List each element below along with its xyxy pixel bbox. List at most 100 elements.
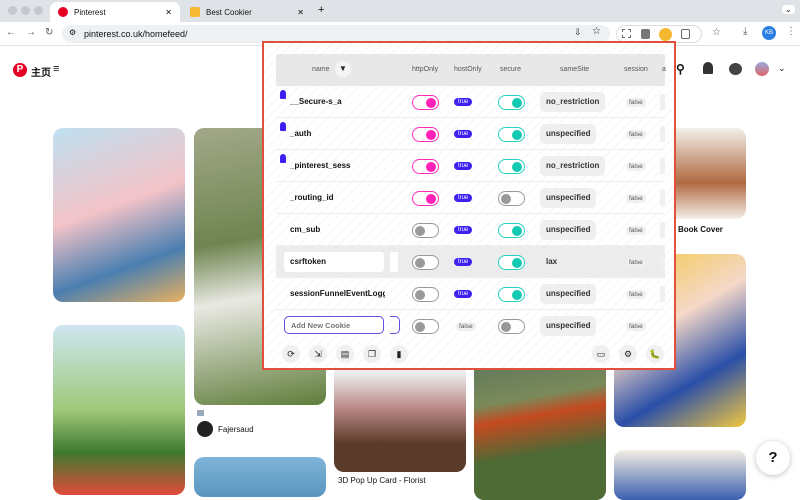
close-tab-icon[interactable]: ✕ bbox=[165, 8, 172, 17]
reader-extension-icon[interactable] bbox=[641, 29, 650, 39]
table-header: name ▼ httpOnly hostOnly secure sameSite… bbox=[276, 54, 666, 86]
notifications-bell-icon[interactable] bbox=[703, 62, 713, 74]
cookie-row[interactable]: _routing_id true unspecified false bbox=[276, 182, 665, 214]
pin-title[interactable]: Book Cover bbox=[678, 225, 723, 234]
tab-best-cookier[interactable]: Best Cookier ✕ bbox=[182, 2, 312, 22]
browser-menu-icon[interactable]: ⋮ bbox=[786, 26, 796, 37]
pin-image[interactable] bbox=[53, 325, 185, 495]
new-tab-button[interactable]: + bbox=[318, 4, 324, 16]
truncated-cell bbox=[660, 190, 665, 206]
cookie-name[interactable]: csrftoken bbox=[290, 257, 385, 266]
copy-icon[interactable]: ❐ bbox=[363, 345, 381, 363]
samesite-select[interactable]: unspecified bbox=[540, 316, 597, 336]
qr-extension-icon[interactable] bbox=[622, 29, 631, 38]
menu-icon[interactable]: ≡ bbox=[53, 63, 59, 75]
settings-gear-icon[interactable]: ⚙ bbox=[619, 345, 637, 363]
cookie-name[interactable]: _routing_id bbox=[290, 193, 385, 202]
search-icon[interactable]: ⚲ bbox=[676, 62, 685, 76]
bug-logo-icon[interactable]: 🐛 bbox=[646, 345, 664, 363]
hostonly-badge: true bbox=[454, 162, 473, 170]
import-icon[interactable]: ⇲ bbox=[309, 345, 327, 363]
site-settings-icon[interactable]: ⚙ bbox=[69, 28, 76, 37]
cookie-name[interactable]: _auth bbox=[290, 129, 385, 138]
pin-image[interactable] bbox=[194, 457, 326, 497]
bookmark-star-icon[interactable]: ☆ bbox=[592, 26, 601, 37]
new-cookie-value-input[interactable] bbox=[390, 316, 400, 334]
pinned-ribbon-icon bbox=[280, 90, 286, 99]
secure-toggle[interactable] bbox=[498, 127, 525, 142]
pin-title[interactable]: 3D Pop Up Card - Florist bbox=[338, 476, 426, 485]
reading-list-icon[interactable]: ☆ bbox=[712, 27, 721, 38]
creator-name[interactable]: Fajersaud bbox=[218, 425, 254, 434]
cookie-row[interactable]: csrftoken true lax false bbox=[276, 246, 665, 278]
forward-icon[interactable]: → bbox=[26, 27, 36, 38]
httponly-toggle[interactable] bbox=[412, 223, 439, 238]
tab-pinterest[interactable]: Pinterest ✕ bbox=[50, 2, 180, 22]
value-edit-field[interactable] bbox=[390, 252, 398, 272]
filter-icon[interactable]: ▼ bbox=[335, 61, 351, 77]
cookie-name[interactable]: sessionFunnelEventLogged bbox=[290, 289, 385, 298]
secure-toggle[interactable] bbox=[498, 255, 525, 270]
pin-image[interactable] bbox=[53, 128, 185, 302]
samesite-select[interactable]: unspecified bbox=[540, 188, 597, 208]
pin-image[interactable] bbox=[614, 450, 746, 500]
secure-toggle[interactable] bbox=[498, 95, 525, 110]
cookie-row[interactable]: _pinterest_sess true no_restriction false bbox=[276, 150, 665, 182]
samesite-select[interactable]: no_restriction bbox=[540, 156, 606, 176]
column-name: name bbox=[312, 66, 330, 73]
help-button[interactable]: ? bbox=[756, 441, 790, 475]
httponly-toggle[interactable] bbox=[412, 127, 439, 142]
minimize-window-button[interactable] bbox=[21, 6, 30, 15]
close-tab-icon[interactable]: ✕ bbox=[297, 8, 304, 17]
account-chevron-down-icon[interactable]: ⌄ bbox=[778, 63, 786, 74]
samesite-select[interactable]: unspecified bbox=[540, 284, 597, 304]
secure-toggle[interactable] bbox=[498, 223, 525, 238]
truncated-cell bbox=[660, 126, 665, 142]
tab-search-chevron-icon[interactable]: ⌄ bbox=[782, 5, 795, 14]
creator-avatar[interactable] bbox=[197, 421, 213, 437]
httponly-toggle[interactable] bbox=[412, 159, 439, 174]
refresh-icon[interactable]: ⟳ bbox=[282, 345, 300, 363]
cookie-row[interactable]: sessionFunnelEventLogged true unspecified f… bbox=[276, 278, 665, 310]
reload-icon[interactable]: ↻ bbox=[45, 27, 53, 38]
cookie-name[interactable]: __Secure-s_a bbox=[290, 97, 385, 106]
cookie-row[interactable]: __Secure-s_a true no_restriction false bbox=[276, 86, 665, 118]
downloads-icon[interactable]: ⤓ bbox=[743, 26, 747, 37]
samesite-select[interactable]: no_restriction bbox=[540, 92, 606, 112]
hostonly-badge: true bbox=[454, 226, 473, 234]
secure-toggle[interactable] bbox=[498, 287, 525, 302]
httponly-toggle[interactable] bbox=[412, 191, 439, 206]
cookie-editor-extension-icon[interactable] bbox=[659, 28, 672, 41]
httponly-toggle[interactable] bbox=[412, 287, 439, 302]
httponly-toggle[interactable] bbox=[412, 319, 439, 334]
install-app-icon[interactable]: ⇩ bbox=[574, 27, 582, 38]
session-value: false bbox=[626, 98, 646, 107]
secure-toggle[interactable] bbox=[498, 319, 525, 334]
new-cookie-name-input[interactable] bbox=[284, 316, 384, 334]
cookie-name[interactable]: cm_sub bbox=[290, 225, 385, 234]
messages-icon[interactable] bbox=[729, 63, 742, 75]
httponly-toggle[interactable] bbox=[412, 255, 439, 270]
maximize-window-button[interactable] bbox=[34, 6, 43, 15]
url-text[interactable]: pinterest.co.uk/homefeed/ bbox=[84, 29, 188, 39]
samesite-select[interactable]: unspecified bbox=[540, 220, 597, 240]
httponly-toggle[interactable] bbox=[412, 95, 439, 110]
cookie-row[interactable]: cm_sub true unspecified false bbox=[276, 214, 665, 246]
profile-avatar[interactable]: KB bbox=[762, 26, 776, 40]
home-link[interactable]: 主页 bbox=[31, 64, 51, 79]
export-icon[interactable]: ▤ bbox=[336, 345, 354, 363]
cookie-name[interactable]: _pinterest_sess bbox=[290, 161, 385, 170]
secure-toggle[interactable] bbox=[498, 191, 525, 206]
close-window-button[interactable] bbox=[8, 6, 17, 15]
session-value: false bbox=[626, 290, 646, 299]
pinterest-logo-icon[interactable]: P bbox=[13, 63, 27, 77]
delete-icon[interactable]: ▮ bbox=[390, 345, 408, 363]
samesite-select[interactable]: unspecified bbox=[540, 124, 597, 144]
extensions-puzzle-icon[interactable] bbox=[681, 29, 690, 39]
back-icon[interactable]: ← bbox=[6, 27, 16, 38]
cookie-row[interactable]: _auth true unspecified false bbox=[276, 118, 665, 150]
secure-toggle[interactable] bbox=[498, 159, 525, 174]
user-avatar[interactable] bbox=[755, 62, 769, 76]
samesite-select[interactable]: lax bbox=[540, 252, 563, 272]
fullscreen-icon[interactable]: ▭ bbox=[592, 345, 610, 363]
